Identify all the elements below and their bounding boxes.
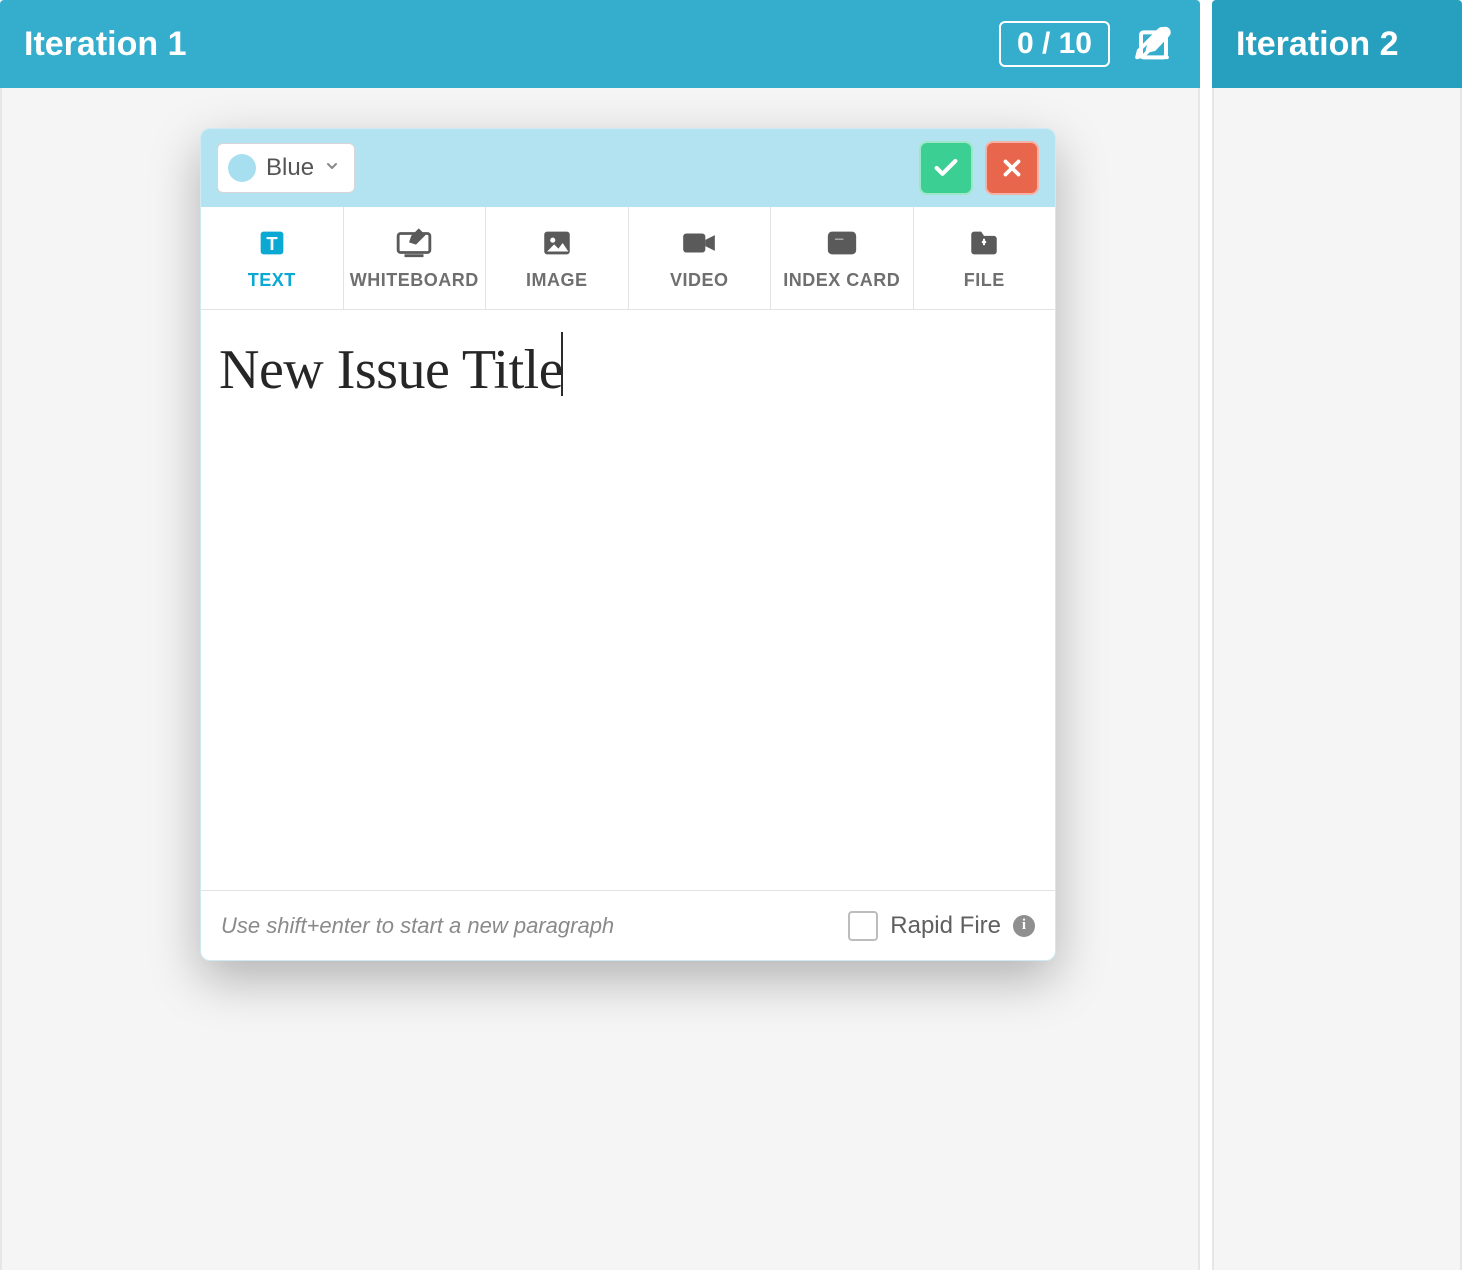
card-header: Blue	[201, 129, 1055, 207]
cancel-button[interactable]	[985, 141, 1039, 195]
rapid-fire-checkbox[interactable]	[848, 911, 878, 941]
tab-image[interactable]: IMAGE	[486, 207, 629, 309]
color-swatch-icon	[228, 154, 256, 182]
column-body[interactable]	[1212, 88, 1462, 1270]
column-header: Iteration 1 0 / 10	[0, 0, 1200, 88]
rapid-fire-toggle: Rapid Fire i	[848, 911, 1035, 941]
svg-text:T: T	[266, 233, 278, 254]
tab-whiteboard[interactable]: WHITEBOARD	[344, 207, 487, 309]
chevron-down-icon	[324, 158, 340, 179]
color-selector-label: Blue	[266, 154, 314, 182]
color-selector[interactable]: Blue	[217, 143, 355, 193]
column-counter: 0 / 10	[999, 21, 1110, 67]
edit-icon[interactable]	[1136, 24, 1176, 64]
rapid-fire-label: Rapid Fire	[890, 912, 1001, 940]
column-header: Iteration 2	[1212, 0, 1462, 88]
issue-title-input[interactable]: New Issue Title	[219, 339, 563, 401]
tab-text[interactable]: T TEXT	[201, 207, 344, 309]
card-footer: Use shift+enter to start a new paragraph…	[201, 890, 1055, 960]
content-type-tabs: T TEXT WHITEBOARD IMAGE VIDEO I	[201, 207, 1055, 310]
text-icon: T	[255, 226, 289, 260]
tab-label: INDEX CARD	[783, 270, 900, 291]
new-issue-card: Blue T TEXT WHITEBOARD	[200, 128, 1056, 961]
tab-label: IMAGE	[526, 270, 588, 291]
column-title: Iteration 2	[1236, 25, 1398, 64]
text-cursor	[561, 332, 563, 396]
tab-video[interactable]: VIDEO	[629, 207, 772, 309]
tab-label: TEXT	[248, 270, 296, 291]
video-icon	[680, 226, 718, 260]
column-header-actions: 0 / 10	[999, 21, 1176, 67]
column-iteration-2: Iteration 2	[1212, 0, 1462, 1270]
image-icon	[540, 226, 574, 260]
tab-label: FILE	[964, 270, 1005, 291]
info-icon[interactable]: i	[1013, 915, 1035, 937]
tab-indexcard[interactable]: INDEX CARD	[771, 207, 914, 309]
indexcard-icon	[825, 226, 859, 260]
confirm-button[interactable]	[919, 141, 973, 195]
column-title: Iteration 1	[24, 25, 186, 64]
footer-hint: Use shift+enter to start a new paragraph	[221, 913, 614, 939]
tab-label: WHITEBOARD	[350, 270, 479, 291]
tab-file[interactable]: FILE	[914, 207, 1056, 309]
tab-label: VIDEO	[670, 270, 729, 291]
card-header-actions	[919, 141, 1039, 195]
file-icon	[967, 226, 1001, 260]
whiteboard-icon	[395, 226, 433, 260]
editor-area[interactable]: New Issue Title	[201, 310, 1055, 890]
